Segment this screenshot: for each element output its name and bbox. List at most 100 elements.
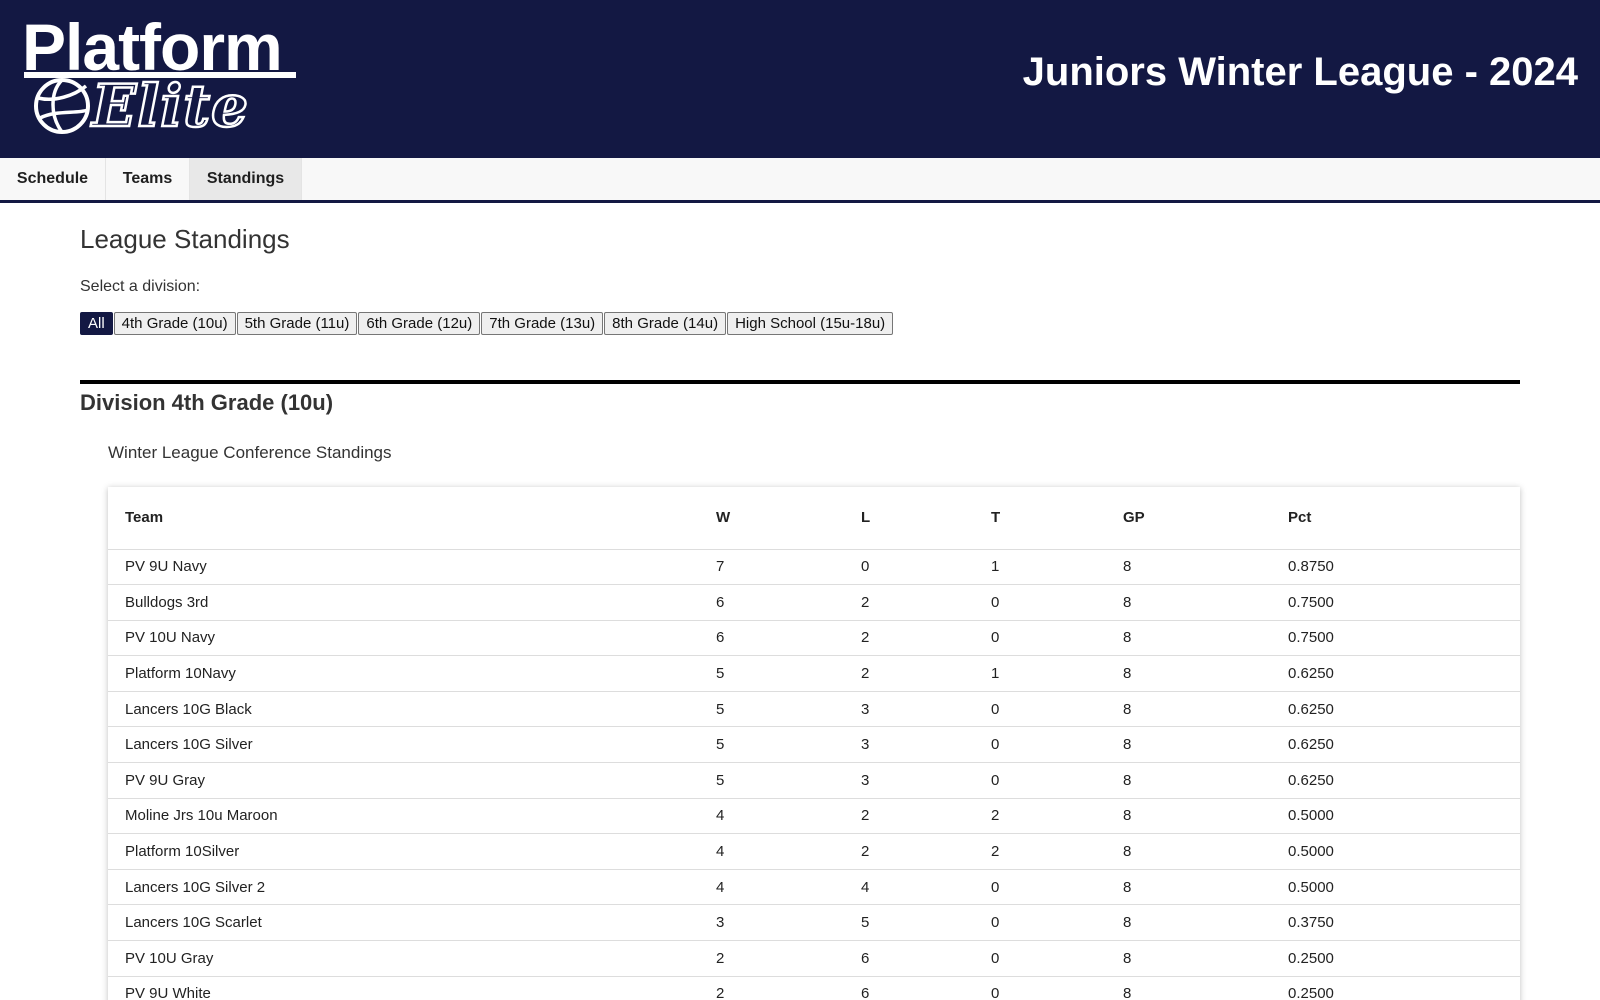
losses-cell: 0 xyxy=(861,549,991,586)
table-row: Lancers 10G Scarlet 3 5 0 8 0.3750 xyxy=(108,904,1520,942)
games-played-cell: 8 xyxy=(1123,549,1288,586)
wins-cell: 5 xyxy=(716,655,861,692)
team-name-cell[interactable]: Platform 10Silver xyxy=(108,833,716,870)
losses-cell: 2 xyxy=(861,655,991,692)
pct-cell: 0.6250 xyxy=(1288,762,1520,799)
table-row: PV 9U Navy 7 0 1 8 0.8750 xyxy=(108,549,1520,586)
wins-cell: 4 xyxy=(716,833,861,870)
site-header: Platform Elite Juniors Winter League - 2… xyxy=(0,0,1600,158)
team-name-cell[interactable]: PV 9U Navy xyxy=(108,549,716,586)
games-played-cell: 8 xyxy=(1123,762,1288,799)
games-played-cell: 8 xyxy=(1123,584,1288,621)
table-row: PV 9U Gray 5 3 0 8 0.6250 xyxy=(108,762,1520,799)
ties-cell: 0 xyxy=(991,869,1123,906)
games-played-cell: 8 xyxy=(1123,904,1288,942)
pct-cell: 0.2500 xyxy=(1288,976,1520,1000)
pct-cell: 0.7500 xyxy=(1288,584,1520,621)
table-row: Moline Jrs 10u Maroon 4 2 2 8 0.5000 xyxy=(108,798,1520,835)
pct-cell: 0.2500 xyxy=(1288,940,1520,977)
pct-cell: 0.6250 xyxy=(1288,691,1520,728)
main-nav: Schedule Teams Standings xyxy=(0,158,1600,203)
table-row: Platform 10Navy 5 2 1 8 0.6250 xyxy=(108,655,1520,692)
table-row: Bulldogs 3rd 6 2 0 8 0.7500 xyxy=(108,584,1520,621)
ties-cell: 0 xyxy=(991,620,1123,657)
team-name-cell[interactable]: PV 10U Navy xyxy=(108,620,716,657)
section-divider xyxy=(80,380,1520,384)
losses-cell: 2 xyxy=(861,584,991,621)
ties-cell: 0 xyxy=(991,976,1123,1000)
games-played-cell: 8 xyxy=(1123,620,1288,657)
pct-cell: 0.5000 xyxy=(1288,869,1520,906)
losses-cell: 2 xyxy=(861,620,991,657)
column-header-team[interactable]: Team xyxy=(108,487,716,550)
wins-cell: 6 xyxy=(716,584,861,621)
table-row: Lancers 10G Black 5 3 0 8 0.6250 xyxy=(108,691,1520,728)
pct-cell: 0.6250 xyxy=(1288,726,1520,764)
wins-cell: 4 xyxy=(716,798,861,835)
nav-tab-schedule[interactable]: Schedule xyxy=(0,158,106,200)
division-select-label: Select a division: xyxy=(80,278,201,295)
losses-cell: 2 xyxy=(861,833,991,870)
team-name-cell[interactable]: PV 9U Gray xyxy=(108,762,716,799)
losses-cell: 6 xyxy=(861,976,991,1000)
losses-cell: 3 xyxy=(861,726,991,764)
games-played-cell: 8 xyxy=(1123,869,1288,906)
wins-cell: 5 xyxy=(716,691,861,728)
column-header-wins[interactable]: W xyxy=(716,487,861,550)
nav-tab-teams[interactable]: Teams xyxy=(106,158,190,200)
table-row: Platform 10Silver 4 2 2 8 0.5000 xyxy=(108,833,1520,870)
games-played-cell: 8 xyxy=(1123,833,1288,870)
wins-cell: 7 xyxy=(716,549,861,586)
division-filter-all[interactable]: All xyxy=(80,312,113,335)
team-name-cell[interactable]: Lancers 10G Silver xyxy=(108,726,716,764)
platform-elite-logo[interactable]: Platform Elite xyxy=(20,12,300,142)
team-name-cell[interactable]: Lancers 10G Scarlet xyxy=(108,904,716,942)
wins-cell: 5 xyxy=(716,762,861,799)
ties-cell: 1 xyxy=(991,549,1123,586)
wins-cell: 5 xyxy=(716,726,861,764)
pct-cell: 0.5000 xyxy=(1288,798,1520,835)
table-row: Lancers 10G Silver 5 3 0 8 0.6250 xyxy=(108,726,1520,764)
pct-cell: 0.3750 xyxy=(1288,904,1520,942)
logo-wordmark-platform: Platform xyxy=(22,10,283,84)
division-filter-4th-grade[interactable]: 4th Grade (10u) xyxy=(113,312,236,335)
table-row: Lancers 10G Silver 2 4 4 0 8 0.5000 xyxy=(108,869,1520,906)
wins-cell: 4 xyxy=(716,869,861,906)
games-played-cell: 8 xyxy=(1123,691,1288,728)
team-name-cell[interactable]: Lancers 10G Silver 2 xyxy=(108,869,716,906)
column-header-ties[interactable]: T xyxy=(991,487,1123,550)
site-title: Juniors Winter League - 2024 xyxy=(1022,50,1578,94)
losses-cell: 5 xyxy=(861,904,991,942)
column-header-pct[interactable]: Pct xyxy=(1288,487,1520,550)
wins-cell: 2 xyxy=(716,940,861,977)
losses-cell: 4 xyxy=(861,869,991,906)
column-header-losses[interactable]: L xyxy=(861,487,991,550)
division-filter-8th-grade[interactable]: 8th Grade (14u) xyxy=(604,312,727,335)
losses-cell: 3 xyxy=(861,762,991,799)
wins-cell: 6 xyxy=(716,620,861,657)
losses-cell: 6 xyxy=(861,940,991,977)
division-title: Division 4th Grade (10u) xyxy=(80,390,334,415)
team-name-cell[interactable]: Platform 10Navy xyxy=(108,655,716,692)
ties-cell: 0 xyxy=(991,584,1123,621)
games-played-cell: 8 xyxy=(1123,655,1288,692)
volleyball-icon xyxy=(34,78,90,134)
division-filter-high-school[interactable]: High School (15u-18u) xyxy=(727,312,894,335)
column-header-games-played[interactable]: GP xyxy=(1123,487,1288,550)
division-filter-6th-grade[interactable]: 6th Grade (12u) xyxy=(358,312,481,335)
division-filter-7th-grade[interactable]: 7th Grade (13u) xyxy=(481,312,604,335)
team-name-cell[interactable]: Moline Jrs 10u Maroon xyxy=(108,798,716,835)
ties-cell: 0 xyxy=(991,904,1123,942)
team-name-cell[interactable]: Bulldogs 3rd xyxy=(108,584,716,621)
team-name-cell[interactable]: PV 9U White xyxy=(108,976,716,1000)
nav-tab-standings[interactable]: Standings xyxy=(190,158,302,200)
ties-cell: 0 xyxy=(991,726,1123,764)
games-played-cell: 8 xyxy=(1123,940,1288,977)
team-name-cell[interactable]: PV 10U Gray xyxy=(108,940,716,977)
division-filter-5th-grade[interactable]: 5th Grade (11u) xyxy=(236,312,358,335)
table-row: PV 9U White 2 6 0 8 0.2500 xyxy=(108,976,1520,1000)
table-row: PV 10U Gray 2 6 0 8 0.2500 xyxy=(108,940,1520,977)
ties-cell: 0 xyxy=(991,691,1123,728)
team-name-cell[interactable]: Lancers 10G Black xyxy=(108,691,716,728)
table-header-row: Team W L T GP Pct xyxy=(108,487,1520,550)
